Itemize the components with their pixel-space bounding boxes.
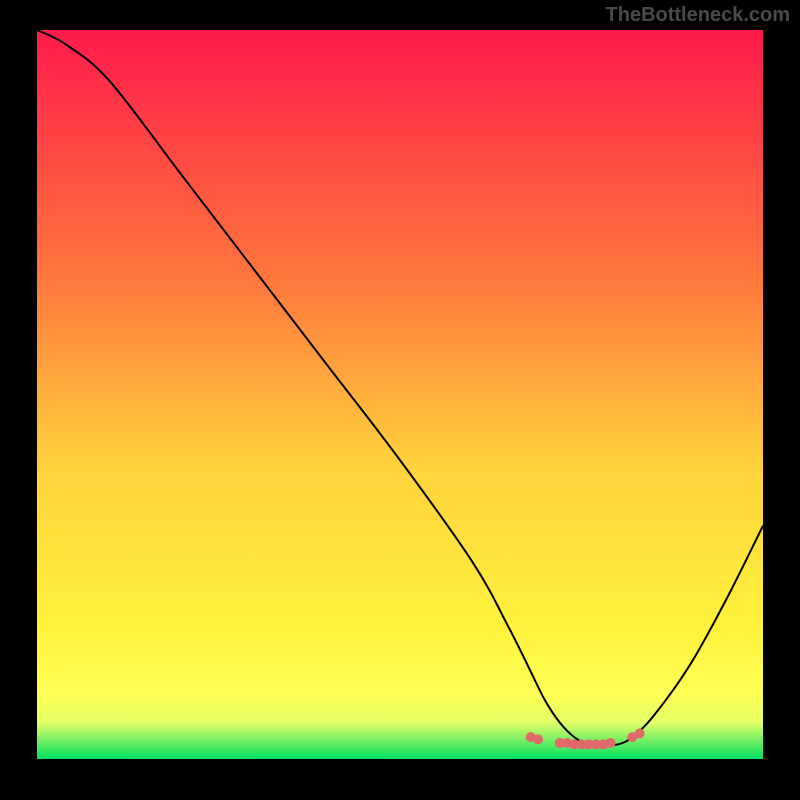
chart-svg — [37, 30, 763, 759]
optimal-dot — [606, 738, 616, 748]
optimal-dot — [635, 728, 645, 738]
plot-area — [37, 30, 763, 759]
watermark-text: TheBottleneck.com — [606, 4, 790, 27]
optimal-dot — [533, 734, 543, 744]
gradient-background — [37, 30, 763, 759]
